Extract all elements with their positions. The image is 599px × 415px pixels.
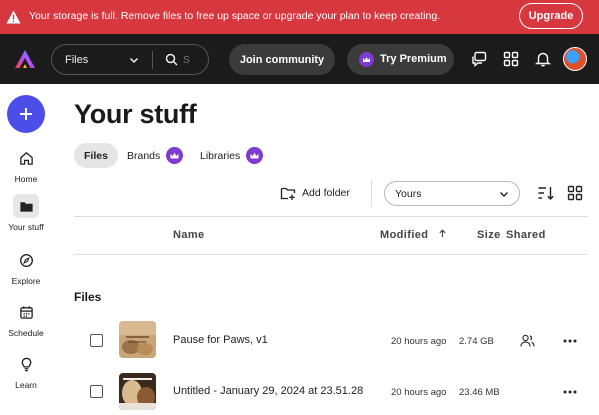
add-folder-label: Add folder: [302, 187, 350, 199]
file-size: 23.46 MB: [459, 387, 500, 398]
rail-item-label: Explore: [11, 276, 41, 286]
tab-brands[interactable]: Brands: [127, 143, 184, 168]
owner-filter-select[interactable]: Yours: [384, 181, 520, 206]
crown-icon: [246, 147, 264, 164]
file-modified: 20 hours ago: [391, 336, 447, 347]
rail-item-your-stuff[interactable]: Your stuff: [0, 194, 52, 232]
rail-item-explore[interactable]: Explore: [0, 248, 52, 286]
table-row[interactable]: Pause for Paws, v1 20 hours ago 2.74 GB: [74, 316, 588, 366]
add-folder-button[interactable]: Add folder: [280, 183, 350, 203]
column-header-modified[interactable]: Modified: [380, 229, 447, 241]
create-button[interactable]: [7, 95, 45, 133]
rail-item-label: Learn: [15, 380, 37, 390]
upgrade-button[interactable]: Upgrade: [519, 3, 583, 29]
sort-icon[interactable]: [537, 185, 555, 201]
calendar-icon: [19, 305, 33, 319]
try-premium-label: Try Premium: [380, 53, 447, 65]
add-folder-icon: [280, 187, 296, 200]
row-checkbox[interactable]: [90, 385, 103, 398]
file-modified: 20 hours ago: [391, 387, 447, 398]
column-header-modified-label: Modified: [380, 229, 429, 241]
grid-view-icon[interactable]: [567, 185, 583, 201]
warning-icon: [6, 10, 21, 24]
section-title: Files: [74, 290, 102, 304]
apps-grid-icon[interactable]: [503, 51, 519, 67]
banner-message: Your storage is full. Remove files to fr…: [29, 10, 441, 22]
tab-libraries[interactable]: Libraries: [200, 143, 264, 168]
rail-item-label: Schedule: [8, 328, 44, 338]
more-options-icon[interactable]: [562, 389, 578, 395]
crown-icon: [359, 52, 374, 67]
header-bottom-divider: [74, 254, 588, 255]
rail-item-home[interactable]: Home: [0, 146, 52, 184]
rail-item-label: Home: [14, 174, 38, 184]
search-scope-select[interactable]: Files: [65, 54, 88, 66]
tab-label: Brands: [127, 149, 161, 162]
column-header-shared[interactable]: Shared: [506, 229, 546, 241]
bell-icon[interactable]: [535, 51, 551, 67]
left-rail: Home Your stuff Explore Schedule Learn: [0, 84, 52, 415]
file-thumbnail[interactable]: [119, 373, 156, 410]
crown-icon: [166, 147, 184, 164]
more-options-icon[interactable]: [562, 338, 578, 344]
file-name[interactable]: Untitled - January 29, 2024 at 23.51.28: [173, 385, 363, 397]
search-input[interactable]: [183, 53, 205, 67]
table-row[interactable]: Untitled - January 29, 2024 at 23.51.28 …: [74, 367, 588, 415]
top-navigation: Files Join community Try Premium: [0, 34, 599, 84]
shared-users-icon[interactable]: [520, 334, 535, 348]
search-bar: Files: [51, 44, 209, 75]
search-icon: [165, 53, 178, 66]
chevron-down-icon[interactable]: [128, 54, 140, 66]
bulb-icon: [21, 357, 31, 371]
avatar[interactable]: [563, 47, 587, 71]
adobe-express-logo[interactable]: [14, 49, 36, 69]
page-title: Your stuff: [74, 99, 197, 129]
rail-item-learn[interactable]: Learn: [0, 352, 52, 390]
join-community-button[interactable]: Join community: [229, 44, 335, 75]
row-checkbox[interactable]: [90, 334, 103, 347]
arrow-up-icon: [439, 229, 446, 238]
file-thumbnail[interactable]: [119, 321, 156, 358]
tab-files[interactable]: Files: [74, 143, 118, 168]
toolbar-divider: [371, 180, 372, 207]
storage-full-banner: Your storage is full. Remove files to fr…: [0, 0, 599, 34]
explore-icon: [19, 253, 33, 267]
owner-filter-value: Yours: [395, 188, 422, 200]
column-header-size[interactable]: Size: [477, 229, 501, 241]
rail-item-schedule[interactable]: Schedule: [0, 300, 52, 338]
file-name[interactable]: Pause for Paws, v1: [173, 334, 268, 346]
file-size: 2.74 GB: [459, 336, 494, 347]
chat-icon[interactable]: [471, 51, 487, 67]
column-header-name[interactable]: Name: [173, 229, 205, 241]
search-divider: [152, 51, 153, 69]
tab-label: Libraries: [200, 149, 241, 162]
plus-icon: [20, 108, 32, 120]
chevron-down-icon: [500, 192, 508, 197]
home-icon: [19, 151, 33, 165]
try-premium-button[interactable]: Try Premium: [347, 44, 454, 75]
folder-icon: [19, 201, 33, 212]
header-divider: [74, 216, 588, 217]
rail-item-label: Your stuff: [8, 222, 44, 232]
tab-label: Files: [84, 149, 108, 162]
